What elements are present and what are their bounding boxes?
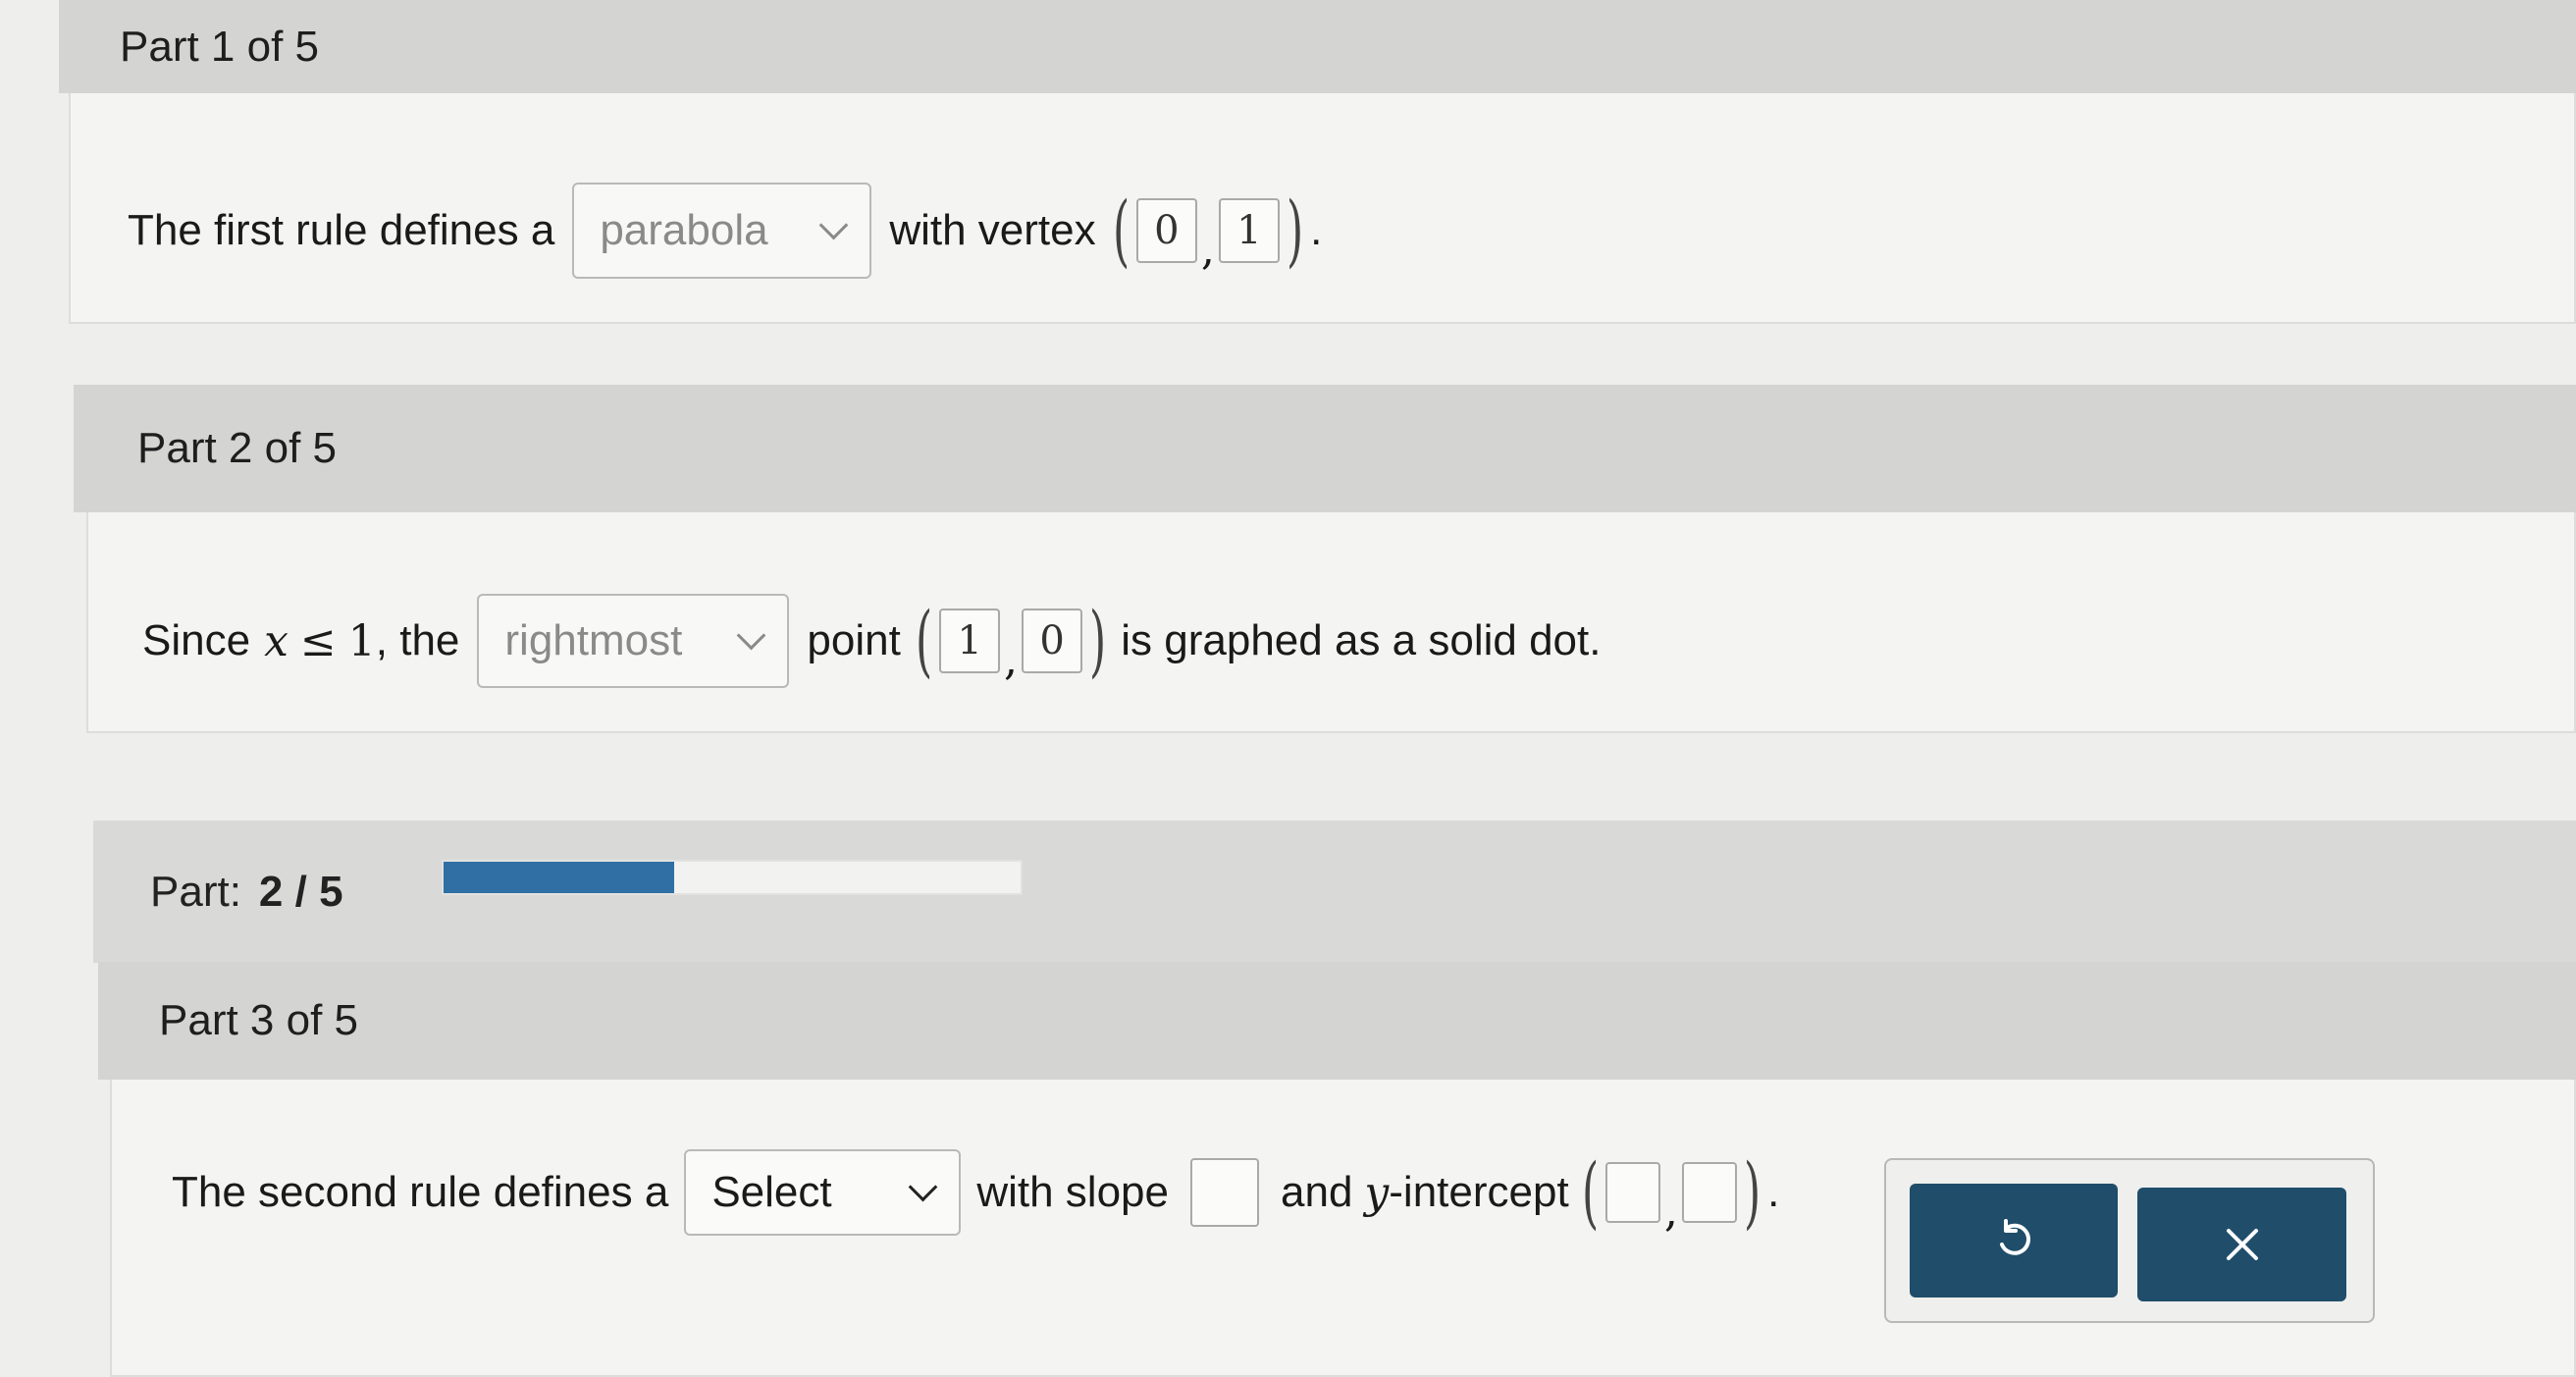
- part2-point-x-input[interactable]: 1: [939, 609, 1001, 673]
- part1-shape-dropdown[interactable]: parabola: [572, 183, 872, 279]
- part3-dropdown-value: Select: [711, 1168, 832, 1216]
- part3-intercept-y-input[interactable]: [1681, 1162, 1737, 1223]
- part3-sentence: The second rule defines a Select with sl…: [172, 1139, 1779, 1246]
- part3-header: Part 3 of 5: [98, 962, 2576, 1080]
- right-paren: ): [1089, 595, 1107, 686]
- part1-sentence-start: The first rule defines a: [128, 206, 555, 254]
- left-paren: (: [1581, 1146, 1599, 1238]
- close-icon: [2226, 1229, 2258, 1260]
- comma: ,: [1004, 635, 1019, 685]
- close-button[interactable]: [2137, 1188, 2346, 1301]
- comma: ,: [1200, 225, 1215, 275]
- part2-dropdown-value: rightmost: [504, 616, 683, 664]
- progress-value: 2 / 5: [258, 867, 343, 916]
- part2-leq: ≤: [299, 615, 337, 666]
- part2-header: Part 2 of 5: [74, 385, 2576, 512]
- part1-end: .: [1310, 206, 1323, 254]
- right-paren: ): [1286, 185, 1304, 276]
- part2-comma-the: , the: [375, 616, 460, 664]
- part3-end: .: [1767, 1168, 1780, 1216]
- part3-after-dropdown: with slope: [976, 1168, 1169, 1216]
- part1-after-dropdown: with vertex: [889, 206, 1096, 254]
- part2-end: is graphed as a solid dot.: [1121, 616, 1602, 664]
- part1-vertex-x-input[interactable]: 0: [1135, 198, 1197, 263]
- part1-sentence: The first rule defines a parabola with v…: [128, 177, 1322, 285]
- part2-point-y-input[interactable]: 0: [1022, 609, 1083, 673]
- part3-slope-input[interactable]: [1190, 1158, 1259, 1227]
- part2-since: Since: [142, 616, 251, 664]
- progress-track: [442, 860, 1023, 895]
- part1-dropdown-value: parabola: [600, 206, 768, 254]
- chevron-down-icon: [818, 210, 849, 239]
- part3-intercept-x-input[interactable]: [1604, 1162, 1660, 1223]
- progress-fill: [444, 862, 675, 893]
- part3-and: and: [1281, 1168, 1353, 1216]
- part2-sentence: Since x ≤ 1 , the rightmost point ( 1 , …: [142, 587, 1601, 695]
- part2-after-dropdown: point: [807, 616, 901, 664]
- left-paren: (: [1112, 185, 1130, 276]
- part3-header-text: Part 3 of 5: [159, 996, 359, 1044]
- part2-num: 1: [347, 615, 376, 666]
- part3-sentence-start: The second rule defines a: [172, 1168, 669, 1216]
- part2-var-x: x: [264, 615, 289, 666]
- progress-label: Part:: [150, 867, 241, 916]
- part3-intercept-text: -intercept: [1389, 1168, 1569, 1216]
- part2-point-dropdown[interactable]: rightmost: [477, 594, 790, 688]
- part3-type-dropdown[interactable]: Select: [684, 1149, 962, 1236]
- comma: ,: [1663, 1187, 1678, 1237]
- undo-icon: [2000, 1219, 2030, 1255]
- part2-header-text: Part 2 of 5: [137, 424, 338, 472]
- undo-button[interactable]: [1910, 1184, 2118, 1298]
- part1-vertex-y-input[interactable]: 1: [1218, 198, 1280, 263]
- right-paren: ): [1743, 1146, 1761, 1238]
- left-paren: (: [915, 595, 933, 686]
- chevron-down-icon: [908, 1172, 938, 1201]
- part1-header-text: Part 1 of 5: [120, 22, 320, 71]
- part1-header: Part 1 of 5: [59, 0, 2576, 93]
- chevron-down-icon: [737, 620, 766, 650]
- part3-y-var: y: [1364, 1167, 1390, 1218]
